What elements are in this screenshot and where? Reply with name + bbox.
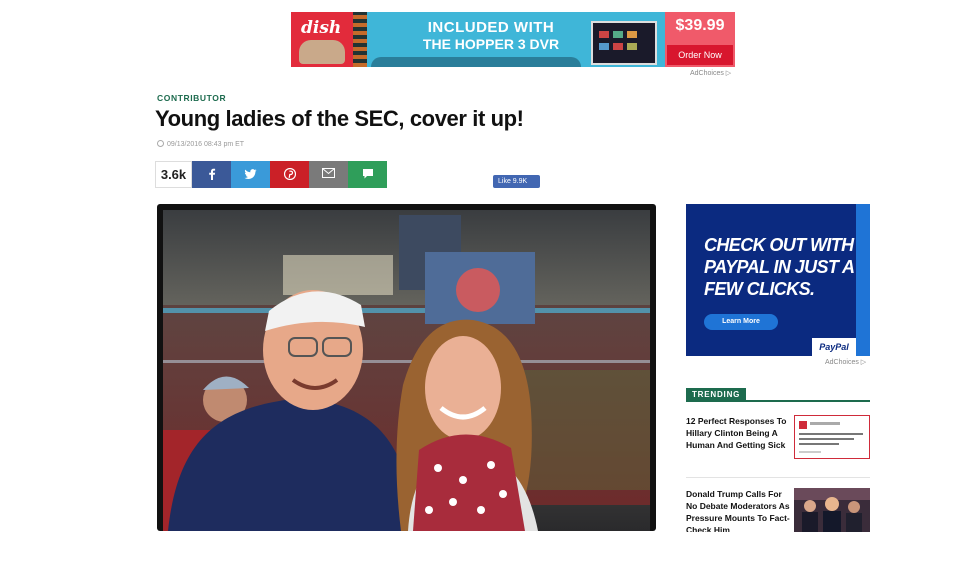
ad-headline: INCLUDED WITH THE HOPPER 3 DVR [391, 19, 591, 53]
twitter-share-button[interactable] [231, 161, 270, 188]
trump-photo-image [794, 488, 870, 532]
paypal-logo: PayPal [812, 338, 856, 356]
trending-divider [686, 400, 870, 402]
email-share-button[interactable] [309, 161, 348, 188]
ad-headline-line1: INCLUDED WITH [427, 19, 555, 36]
ad-headline-line2: THE HOPPER 3 DVR [422, 36, 560, 52]
article-hero-photo [157, 204, 656, 531]
article-title: Young ladies of the SEC, cover it up! [155, 106, 524, 131]
email-icon [322, 168, 335, 178]
adchoices-link-top[interactable]: AdChoices ▷ [690, 69, 731, 77]
adchoices-link-side[interactable]: AdChoices ▷ [825, 358, 866, 366]
learn-more-button[interactable]: Learn More [704, 314, 778, 330]
stadium-selfie-image [163, 210, 650, 531]
clock-icon [157, 140, 164, 147]
order-now-button[interactable]: Order Now [667, 45, 733, 65]
article-timestamp: 09/13/2016 08:43 pm ET [157, 140, 244, 148]
paypal-ad-text: CHECK OUT WITH PAYPAL IN JUST A FEW CLIC… [704, 235, 854, 299]
tv-screen-image [591, 21, 657, 65]
ad-stripe [856, 204, 870, 356]
twitter-icon [244, 169, 257, 179]
trending-item-thumbnail[interactable] [794, 488, 870, 532]
trending-item-title[interactable]: 12 Perfect Responses To Hillary Clinton … [686, 415, 790, 451]
timestamp-text: 09/13/2016 08:43 pm ET [167, 141, 245, 148]
pug-image [299, 40, 345, 64]
pinterest-icon [283, 168, 296, 180]
comment-icon [362, 169, 373, 179]
dish-logo: dish [291, 12, 353, 67]
ad-price: $39.99 [675, 17, 725, 34]
share-count: 3.6k [155, 161, 192, 188]
trending-item-title[interactable]: Donald Trump Calls For No Debate Moderat… [686, 488, 790, 532]
paypal-sidebar-ad[interactable]: CHECK OUT WITH PAYPAL IN JUST A FEW CLIC… [686, 204, 870, 356]
tweet-screenshot-image [793, 414, 871, 460]
trending-item-divider [686, 477, 870, 478]
ad-decor-wave [371, 57, 581, 67]
top-banner-ad[interactable]: dish INCLUDED WITH THE HOPPER 3 DVR $39.… [291, 12, 735, 67]
facebook-share-button[interactable] [192, 161, 231, 188]
ad-decor-strip [353, 12, 367, 67]
pinterest-share-button[interactable] [270, 161, 309, 188]
dish-brand-text: dish [301, 18, 342, 38]
comment-share-button[interactable] [348, 161, 387, 188]
facebook-icon [208, 168, 215, 180]
facebook-like-button[interactable]: Like 9.9K [493, 175, 540, 188]
trending-item-thumbnail[interactable] [793, 414, 871, 460]
trending-item[interactable]: Donald Trump Calls For No Debate Moderat… [686, 488, 870, 532]
article-eyebrow[interactable]: CONTRIBUTOR [157, 93, 226, 103]
trending-item[interactable]: 12 Perfect Responses To Hillary Clinton … [686, 414, 871, 467]
